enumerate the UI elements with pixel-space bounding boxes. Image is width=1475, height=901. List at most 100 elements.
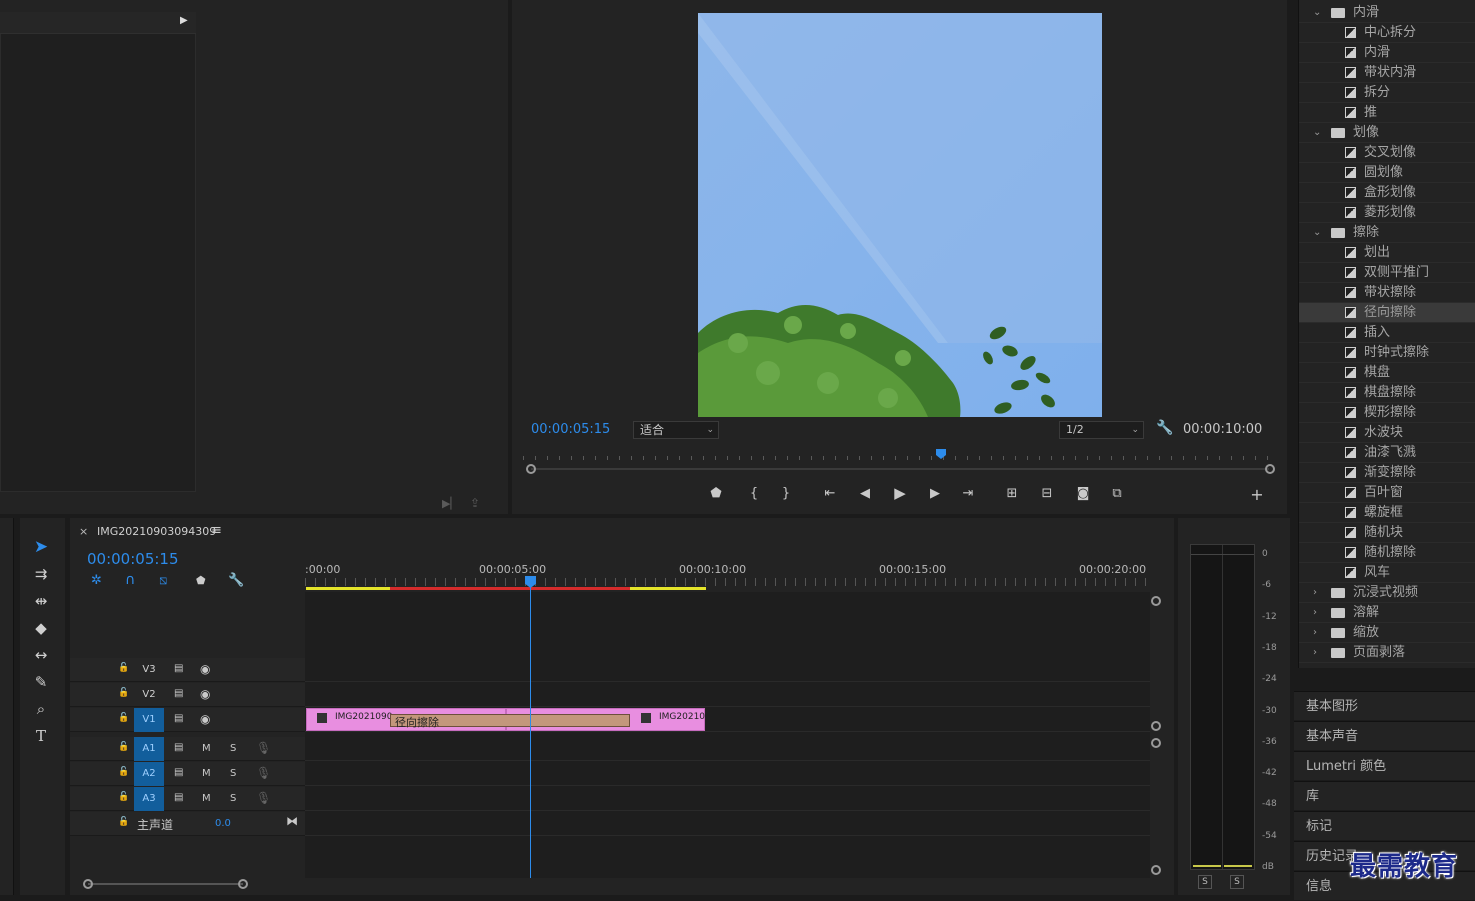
- program-timecode[interactable]: 00:00:05:15: [531, 422, 610, 437]
- side-panel-tab[interactable]: 基本声音: [1294, 721, 1475, 750]
- track-select-tool-icon[interactable]: ⇉: [28, 562, 54, 586]
- track-target-button[interactable]: V3: [134, 658, 164, 682]
- sequence-menu-icon[interactable]: ≡: [211, 523, 222, 538]
- program-zoom-bar[interactable]: [531, 468, 1269, 470]
- chevron-right-icon[interactable]: ›: [1313, 603, 1317, 623]
- wrench-icon[interactable]: 🔧: [1156, 420, 1173, 436]
- sync-lock-icon[interactable]: ▤: [174, 742, 183, 753]
- add-button-icon[interactable]: +: [1248, 485, 1266, 504]
- effects-item[interactable]: 圆划像: [1299, 163, 1475, 183]
- selection-tool-icon[interactable]: ➤: [28, 535, 54, 559]
- solo-left-button[interactable]: S: [1198, 875, 1212, 889]
- solo-button[interactable]: S: [230, 768, 236, 779]
- track-target-button[interactable]: A1: [134, 737, 164, 761]
- eye-icon[interactable]: ◉: [200, 712, 210, 726]
- effects-folder[interactable]: ⌄ 内滑: [1299, 3, 1475, 23]
- pen-tool-icon[interactable]: ✎: [28, 670, 54, 694]
- side-panel-tab[interactable]: 基本图形: [1294, 691, 1475, 720]
- sync-lock-icon[interactable]: ▤: [174, 767, 183, 778]
- play-icon[interactable]: ▶: [890, 484, 910, 502]
- program-video-frame[interactable]: [698, 13, 1102, 417]
- resolution-dropdown[interactable]: 1/2 ⌄: [1059, 421, 1144, 439]
- effects-item[interactable]: 拆分: [1299, 83, 1475, 103]
- effects-item[interactable]: 带状内滑: [1299, 63, 1475, 83]
- microphone-icon[interactable]: 🎙: [256, 791, 271, 805]
- chevron-right-icon[interactable]: ▶: [180, 15, 188, 26]
- effects-item[interactable]: 时钟式擦除: [1299, 343, 1475, 363]
- zoom-fit-dropdown[interactable]: 适合 ⌄: [633, 421, 719, 439]
- razor-tool-icon[interactable]: ◆: [28, 616, 54, 640]
- snap-magnet-icon[interactable]: ∩: [125, 572, 135, 588]
- slip-tool-icon[interactable]: ↔: [28, 643, 54, 667]
- add-marker-icon[interactable]: ⬟: [708, 486, 724, 501]
- zoom-handle-left[interactable]: [526, 464, 536, 474]
- go-to-next-icon[interactable]: ⧓: [286, 814, 298, 828]
- effects-item[interactable]: 随机块: [1299, 523, 1475, 543]
- track-lane-audio[interactable]: [305, 737, 1150, 761]
- track-target-button[interactable]: A3: [134, 787, 164, 811]
- lock-icon[interactable]: 🔓: [118, 713, 129, 723]
- film-icon[interactable]: ▤: [174, 688, 183, 699]
- hscroll-handle-right[interactable]: [238, 879, 248, 889]
- ripple-edit-tool-icon[interactable]: ⇹: [28, 589, 54, 613]
- side-panel-tab[interactable]: 库: [1294, 781, 1475, 810]
- effects-folder[interactable]: ⌄ 擦除: [1299, 223, 1475, 243]
- export-icon[interactable]: ⇪: [470, 496, 480, 510]
- track-lane-master[interactable]: [305, 812, 1150, 836]
- transition-radial-wipe[interactable]: 径向擦除: [390, 714, 630, 729]
- mark-out-icon[interactable]: }: [778, 486, 794, 501]
- master-volume-value[interactable]: 0.0: [215, 818, 231, 829]
- side-panel-tab[interactable]: 标记: [1294, 811, 1475, 840]
- effects-item[interactable]: 径向擦除: [1299, 303, 1475, 323]
- effects-item[interactable]: 风车: [1299, 563, 1475, 583]
- insert-icon[interactable]: ▶▏: [442, 497, 459, 510]
- zoom-handle-right[interactable]: [1265, 464, 1275, 474]
- effects-item[interactable]: 百叶窗: [1299, 483, 1475, 503]
- chevron-down-icon[interactable]: ⌄: [1313, 223, 1321, 243]
- effects-item[interactable]: 渐变擦除: [1299, 463, 1475, 483]
- eye-icon[interactable]: ◉: [200, 687, 210, 701]
- close-sequence-icon[interactable]: ×: [79, 525, 88, 538]
- chevron-right-icon[interactable]: ›: [1313, 643, 1317, 663]
- effects-folder[interactable]: › 页面剥落: [1299, 643, 1475, 663]
- effects-item[interactable]: 楔形擦除: [1299, 403, 1475, 423]
- go-to-out-icon[interactable]: ⇥: [958, 486, 978, 501]
- extract-icon[interactable]: ⊟: [1037, 486, 1057, 501]
- nest-icon[interactable]: ✲: [91, 573, 102, 588]
- mute-button[interactable]: M: [202, 768, 211, 779]
- solo-right-button[interactable]: S: [1230, 875, 1244, 889]
- effects-item[interactable]: 中心拆分: [1299, 23, 1475, 43]
- lock-icon[interactable]: 🔓: [118, 767, 129, 777]
- step-back-icon[interactable]: ◀: [856, 486, 874, 501]
- effects-item[interactable]: 水波块: [1299, 423, 1475, 443]
- track-lane-audio[interactable]: [305, 787, 1150, 811]
- lock-icon[interactable]: 🔓: [118, 663, 129, 673]
- effects-item[interactable]: 油漆飞溅: [1299, 443, 1475, 463]
- hscroll-bar[interactable]: [88, 883, 243, 885]
- effects-item[interactable]: 盒形划像: [1299, 183, 1475, 203]
- timeline-timecode[interactable]: 00:00:05:15: [87, 550, 179, 568]
- step-forward-icon[interactable]: ▶: [926, 486, 944, 501]
- film-icon[interactable]: ▤: [174, 663, 183, 674]
- chevron-right-icon[interactable]: ›: [1313, 623, 1317, 643]
- effects-folder[interactable]: › 沉浸式视频: [1299, 583, 1475, 603]
- microphone-icon[interactable]: 🎙: [256, 766, 271, 780]
- solo-button[interactable]: S: [230, 793, 236, 804]
- lock-icon[interactable]: 🔓: [118, 742, 129, 752]
- effects-folder[interactable]: ⌄ 划像: [1299, 123, 1475, 143]
- effects-folder[interactable]: › 溶解: [1299, 603, 1475, 623]
- effects-item[interactable]: 棋盘擦除: [1299, 383, 1475, 403]
- effects-item[interactable]: 随机擦除: [1299, 543, 1475, 563]
- effects-item[interactable]: 交叉划像: [1299, 143, 1475, 163]
- microphone-icon[interactable]: 🎙: [256, 741, 271, 755]
- comparison-view-icon[interactable]: ⧉: [1107, 486, 1127, 501]
- effects-item[interactable]: 棋盘: [1299, 363, 1475, 383]
- film-icon[interactable]: ▤: [174, 713, 183, 724]
- timeline-settings-icon[interactable]: 🔧: [228, 573, 244, 588]
- mark-in-icon[interactable]: {: [746, 486, 762, 501]
- effects-item[interactable]: 推: [1299, 103, 1475, 123]
- effects-item[interactable]: 插入: [1299, 323, 1475, 343]
- track-lane-video[interactable]: [305, 683, 1150, 707]
- track-target-button[interactable]: A2: [134, 762, 164, 786]
- lift-icon[interactable]: ⊞: [1002, 486, 1022, 501]
